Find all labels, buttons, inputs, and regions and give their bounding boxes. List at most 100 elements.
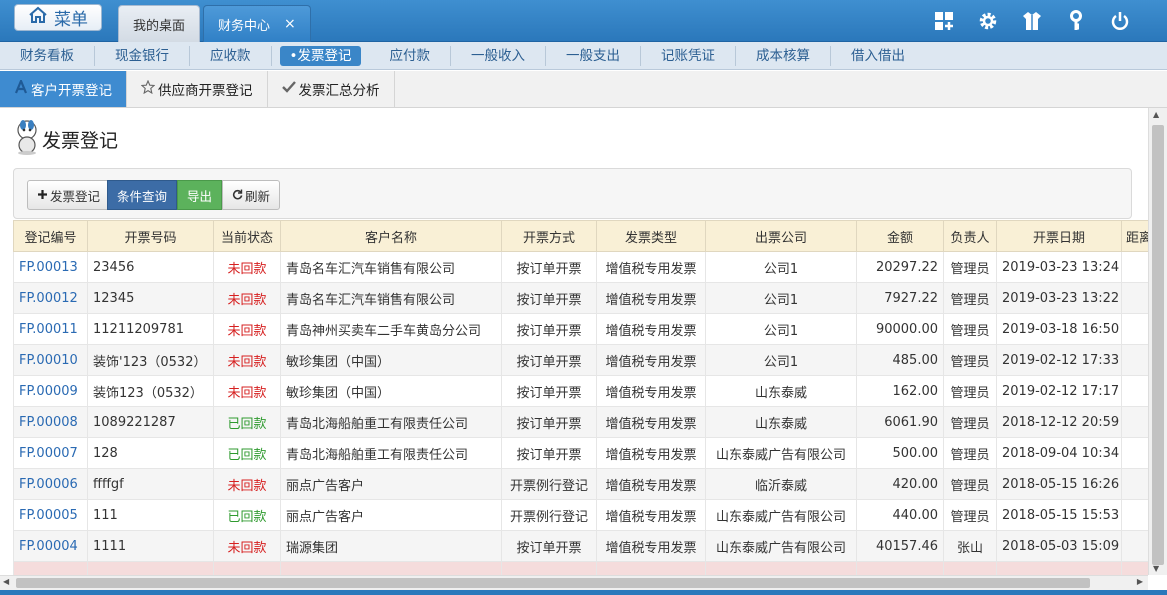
nav-item-receivables[interactable]: 应收款 [190,45,272,66]
status-badge: 未回款 [213,313,281,345]
customer-name-cell: 青岛神州买卖车二手车黄岛分公司 [280,313,502,345]
invoice-id-link[interactable]: FP.00005 [13,499,88,531]
scrollbar-thumb[interactable] [16,578,1090,588]
customer-name-cell: 青岛北海船舶重工有限责任公司 [280,406,502,438]
check-icon [281,80,296,98]
nav-item-finance-board[interactable]: 财务看板 [0,45,95,66]
table-row[interactable]: FP.00005 111 已回款 丽点广告客户 开票例行登记 增值税专用发票 山东泰威广告有… [13,499,1148,531]
amount-cell: 20297.22 [856,251,944,283]
table-row[interactable]: FP.00008 1089221287 已回款 青岛北海船舶重工有限责任公司 按订单开票… [13,406,1148,438]
key-icon[interactable] [1063,8,1089,34]
invoice-method-cell: 按订单开票 [501,375,597,407]
mascot-icon [14,118,40,161]
distance-cell: - [1121,344,1148,376]
tab-label: 供应商开票登记 [158,83,253,99]
refresh-icon [232,188,245,203]
invoice-id-link[interactable]: FP.00008 [13,406,88,438]
export-button[interactable]: 导出 [177,180,223,210]
invoice-table: 登记编号 开票号码 当前状态 客户名称 开票方式 发票类型 出票公司 金额 负责… [13,220,1148,575]
column-header[interactable]: 客户名称 [280,220,502,252]
tab-supplier-invoices[interactable]: 供应商开票登记 [127,71,268,107]
nav-item-payables[interactable]: 应付款 [369,45,451,66]
table-row[interactable]: FP.00013 23456 未回款 青岛名车汇汽车销售有限公司 按订单开票 增值税专用发… [13,251,1148,283]
nav-item-general-expense[interactable]: 一般支出 [546,45,641,66]
invoice-id-link[interactable]: FP.00009 [13,375,88,407]
scrollbar-thumb[interactable] [1152,125,1164,565]
invoice-date-cell: 2018-05-15 16:26 [996,468,1122,500]
invoice-id-link[interactable]: FP.00006 [13,468,88,500]
nav-item-general-income[interactable]: 一般收入 [451,45,546,66]
table-row[interactable]: FP.00011 11211209781 未回款 青岛神州买卖车二手车黄岛分公司 按订单… [13,313,1148,345]
customer-name-cell: 丽点广告客户 [280,499,502,531]
power-icon[interactable] [1107,8,1133,34]
menu-button[interactable]: 菜单 [14,4,102,31]
column-header[interactable]: 登记编号 [13,220,88,252]
invoice-date-cell: 2019-03-23 13:22 [996,282,1122,314]
column-header[interactable]: 开票日期 [996,220,1122,252]
module-nav: 财务看板 现金银行 应收款 •发票登记 应付款 一般收入 一般支出 记账凭证 成… [0,42,1167,70]
invoice-type-cell: 增值税专用发票 [596,375,706,407]
tab-label: 财务中心 [218,18,271,34]
table-row[interactable]: FP.00007 128 已回款 青岛北海船舶重工有限责任公司 按订单开票 增值税专用发票… [13,437,1148,469]
nav-item-vouchers[interactable]: 记账凭证 [641,45,736,66]
scroll-left-icon[interactable]: ◀ [3,577,9,586]
column-header[interactable]: 金额 [856,220,944,252]
tab-label: 发票汇总分析 [298,83,380,99]
table-row[interactable]: FP.00006 ffffgf 未回款 丽点广告客户 开票例行登记 增值税专用发票 临沂泰威… [13,468,1148,500]
table-row[interactable]: FP.00009 装饰123（0532） 未回款 敏珍集团（中国） 按订单开票 增值税专用… [13,375,1148,407]
top-tabs: 我的桌面 财务中心 × [118,5,311,42]
amount-cell: 500.00 [856,437,944,469]
query-button[interactable]: 条件查询 [107,180,178,210]
amount-cell: 162.00 [856,375,944,407]
tab-my-desktop[interactable]: 我的桌面 [118,5,201,42]
nav-item-borrowing[interactable]: 借入借出 [831,46,925,66]
gear-icon[interactable] [975,8,1001,34]
status-badge: 已回款 [213,437,281,469]
invoice-id-link[interactable]: FP.00004 [13,530,88,562]
vertical-scrollbar[interactable]: ▲ ▼ [1148,108,1167,575]
menu-label: 菜单 [54,10,88,30]
close-icon[interactable]: × [284,16,296,32]
shirt-icon[interactable] [1019,8,1045,34]
amount-cell: 7927.22 [856,282,944,314]
tab-customer-invoices[interactable]: 客户开票登记 [0,71,127,107]
amount-cell: 485.00 [856,344,944,376]
amount-cell: 440.00 [856,499,944,531]
nav-item-cash-bank[interactable]: 现金银行 [95,45,190,66]
invoice-id-link[interactable]: FP.00010 [13,344,88,376]
scroll-up-icon[interactable]: ▲ [1153,110,1159,119]
font-icon [14,78,28,98]
scroll-right-icon[interactable]: ▶ [1137,577,1143,586]
column-header[interactable]: 开票号码 [87,220,214,252]
invoice-date-cell: 2018-12-12 20:59 [996,406,1122,438]
invoice-type-cell: 增值税专用发票 [596,530,706,562]
invoice-id-link[interactable]: FP.00013 [13,251,88,283]
nav-item-cost-accounting[interactable]: 成本核算 [736,45,831,66]
column-header[interactable]: 开票方式 [501,220,597,252]
table-header-row: 登记编号 开票号码 当前状态 客户名称 开票方式 发票类型 出票公司 金额 负责… [13,220,1148,252]
register-invoice-button[interactable]: 发票登记 [27,180,111,210]
invoice-id-link[interactable]: FP.00012 [13,282,88,314]
column-header[interactable]: 负责人 [943,220,997,252]
invoice-id-link[interactable]: FP.00007 [13,437,88,469]
tab-invoice-summary[interactable]: 发票汇总分析 [268,71,395,107]
scroll-down-icon[interactable]: ▼ [1153,564,1159,573]
table-row[interactable]: FP.00010 装饰'123（0532） 未回款 敏珍集团（中国） 按订单开票 增值税专… [13,344,1148,376]
column-header[interactable]: 距离 [1121,220,1148,252]
grid-add-icon[interactable] [931,8,957,34]
refresh-button[interactable]: 刷新 [222,180,281,210]
horizontal-scrollbar[interactable]: ◀ ▶ [0,575,1148,590]
column-header[interactable]: 出票公司 [705,220,857,252]
table-row[interactable]: FP.00004 1111 未回款 瑞源集团 按订单开票 增值税专用发票 山东泰威广告有限公… [13,530,1148,562]
column-header[interactable]: 当前状态 [213,220,281,252]
summary-row [13,561,1148,575]
invoice-method-cell: 按订单开票 [501,282,597,314]
nav-item-invoice-registration[interactable]: •发票登记 [279,45,362,66]
table-row[interactable]: FP.00012 12345 未回款 青岛名车汇汽车销售有限公司 按订单开票 增值税专用发… [13,282,1148,314]
column-header[interactable]: 发票类型 [596,220,706,252]
invoice-id-link[interactable]: FP.00011 [13,313,88,345]
owner-cell: 管理员 [943,344,997,376]
tab-finance-center[interactable]: 财务中心 × [203,5,311,42]
star-icon [140,79,156,98]
invoice-type-cell: 增值税专用发票 [596,282,706,314]
